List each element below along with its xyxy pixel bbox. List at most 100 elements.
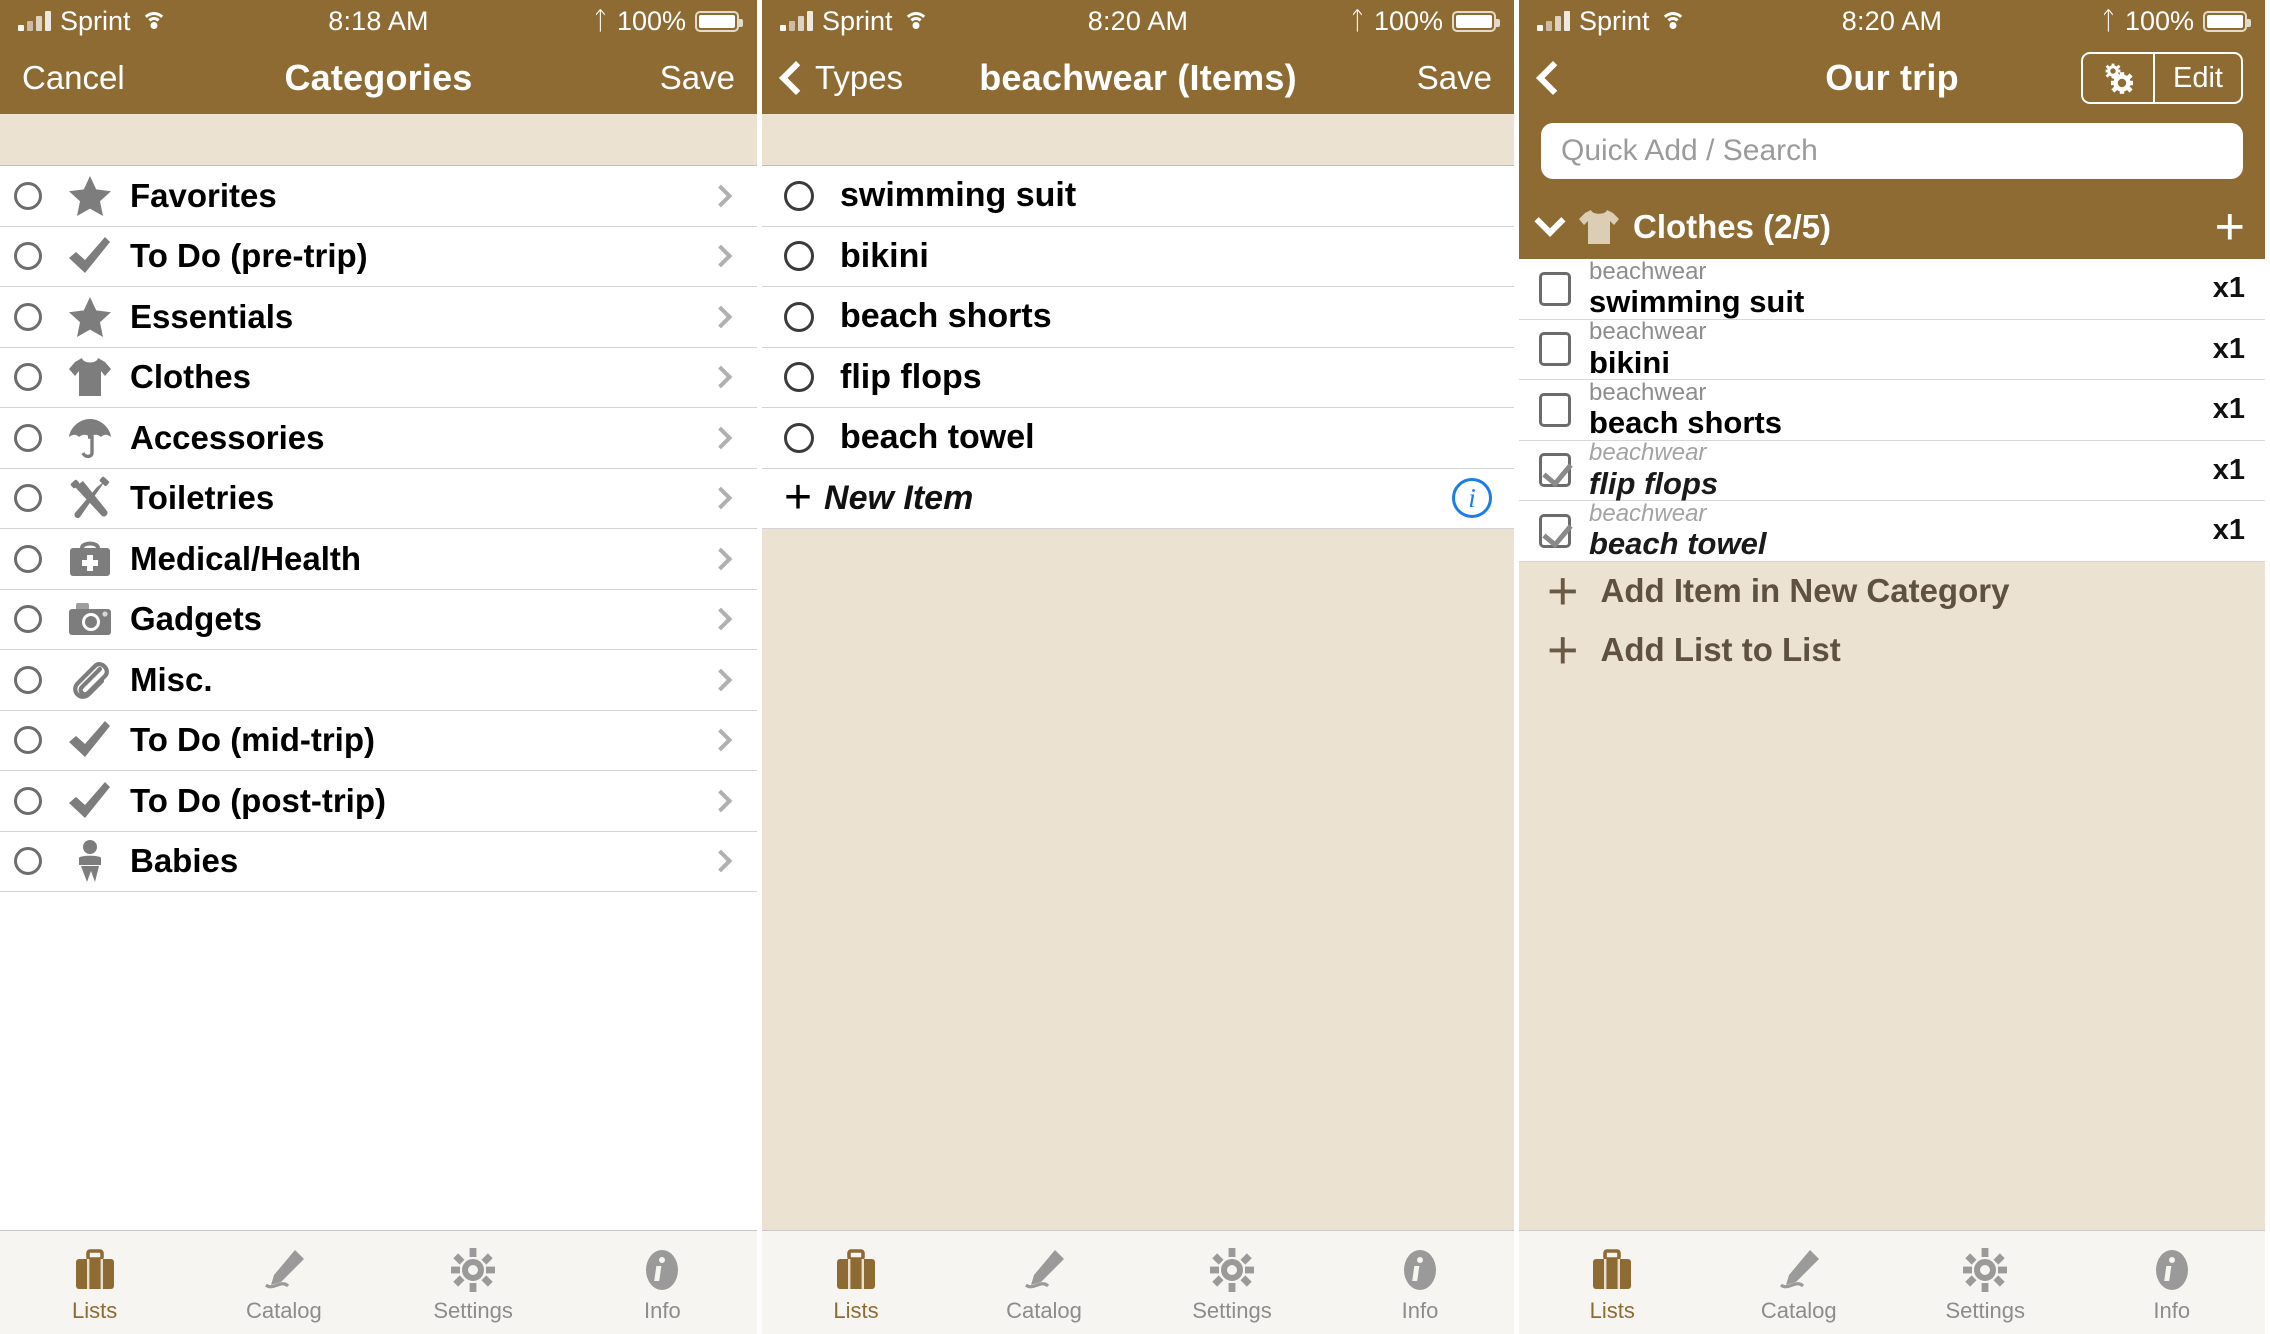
select-radio[interactable] — [784, 362, 814, 393]
item-checkbox[interactable] — [1539, 513, 1571, 548]
chevron-right-icon[interactable] — [709, 184, 733, 208]
tab-settings[interactable]: Settings — [1138, 1231, 1326, 1334]
save-button[interactable]: Save — [1417, 59, 1492, 97]
trip-item-list[interactable]: beachwear swimming suit x1 beachwear bikini x… — [1519, 259, 2265, 562]
category-row[interactable]: Medical/Health — [0, 529, 757, 590]
tab-info[interactable]: Info — [1326, 1231, 1514, 1334]
select-radio[interactable] — [784, 422, 814, 453]
item-checkbox[interactable] — [1539, 332, 1571, 367]
plus-icon[interactable]: + — [2215, 201, 2245, 252]
item-checkbox[interactable] — [1539, 453, 1571, 488]
chevron-right-icon[interactable] — [709, 668, 733, 692]
add-action-row[interactable]: + Add List to List — [1519, 620, 2265, 680]
item-checkbox[interactable] — [1539, 392, 1571, 427]
info-icon[interactable]: i — [1452, 478, 1492, 518]
select-radio[interactable] — [14, 484, 42, 513]
chevron-right-icon[interactable] — [709, 305, 733, 329]
tab-catalog[interactable]: Catalog — [189, 1231, 378, 1334]
item-quantity: x1 — [2212, 332, 2245, 365]
item-row[interactable]: swimming suit — [762, 166, 1514, 227]
select-radio[interactable] — [14, 786, 42, 815]
category-header-clothes[interactable]: Clothes (2/5) + — [1519, 195, 2265, 259]
chevron-right-icon[interactable] — [709, 244, 733, 268]
gears-icon[interactable] — [2083, 54, 2153, 102]
trip-item-row[interactable]: beachwear beach towel x1 — [1519, 501, 2265, 562]
edit-button[interactable]: Edit — [2153, 54, 2241, 102]
chevron-right-icon[interactable] — [709, 365, 733, 389]
battery-icon — [2203, 10, 2251, 32]
chevron-right-icon[interactable] — [709, 728, 733, 752]
tab-info[interactable]: Info — [2079, 1231, 2266, 1334]
select-radio[interactable] — [784, 241, 814, 272]
trip-item-row[interactable]: beachwear bikini x1 — [1519, 319, 2265, 380]
tab-lists[interactable]: Lists — [1519, 1231, 1706, 1334]
tab-lists[interactable]: Lists — [762, 1231, 950, 1334]
tab-bar-2: Lists Catalog Settings Info — [762, 1230, 1514, 1334]
info-icon — [1397, 1241, 1443, 1293]
chevron-down-icon[interactable] — [1534, 205, 1566, 237]
category-row[interactable]: Toiletries — [0, 468, 757, 529]
toiletries-icon — [64, 475, 116, 521]
tab-catalog[interactable]: Catalog — [950, 1231, 1138, 1334]
item-row[interactable]: flip flops — [762, 347, 1514, 408]
select-radio[interactable] — [14, 726, 42, 755]
item-checkbox[interactable] — [1539, 271, 1571, 306]
select-radio[interactable] — [14, 665, 42, 694]
trip-item-row[interactable]: beachwear beach shorts x1 — [1519, 380, 2265, 441]
item-quantity: x1 — [2212, 393, 2245, 426]
item-quantity: x1 — [2212, 514, 2245, 547]
category-row[interactable]: To Do (mid-trip) — [0, 710, 757, 771]
checkmark-icon — [64, 778, 116, 824]
select-radio[interactable] — [14, 423, 42, 452]
category-row[interactable]: Essentials — [0, 287, 757, 348]
chevron-right-icon[interactable] — [709, 426, 733, 450]
select-radio[interactable] — [784, 180, 814, 211]
chevron-right-icon[interactable] — [709, 789, 733, 813]
category-row[interactable]: Accessories — [0, 408, 757, 469]
tab-lists[interactable]: Lists — [0, 1231, 189, 1334]
category-row[interactable]: To Do (pre-trip) — [0, 226, 757, 287]
tab-info[interactable]: Info — [568, 1231, 757, 1334]
save-button[interactable]: Save — [660, 59, 735, 97]
tab-settings[interactable]: Settings — [379, 1231, 568, 1334]
settings-edit-segmented-control[interactable]: Edit — [2081, 52, 2243, 104]
category-row[interactable]: Babies — [0, 831, 757, 892]
back-button[interactable] — [1536, 61, 1570, 95]
category-row[interactable]: To Do (post-trip) — [0, 771, 757, 832]
pencil-icon — [261, 1241, 307, 1293]
search-input[interactable]: Quick Add / Search — [1541, 123, 2243, 179]
trip-actions[interactable]: + Add Item in New Category + Add List to Li… — [1519, 561, 2265, 680]
select-radio[interactable] — [14, 605, 42, 634]
select-radio[interactable] — [784, 301, 814, 332]
signal-bars-icon — [18, 11, 51, 31]
category-row[interactable]: Favorites — [0, 166, 757, 227]
tab-label: Catalog — [1760, 1298, 1837, 1323]
item-row[interactable]: beach towel — [762, 408, 1514, 469]
tab-label: Lists — [833, 1298, 879, 1323]
chevron-right-icon[interactable] — [709, 486, 733, 510]
select-radio[interactable] — [14, 544, 42, 573]
select-radio[interactable] — [14, 181, 42, 210]
add-action-row[interactable]: + Add Item in New Category — [1519, 561, 2265, 621]
chevron-right-icon[interactable] — [709, 547, 733, 571]
trip-item-row[interactable]: beachwear swimming suit x1 — [1519, 259, 2265, 320]
select-radio[interactable] — [14, 363, 42, 392]
tab-catalog[interactable]: Catalog — [1706, 1231, 1893, 1334]
new-item-row[interactable]: + New Item i — [762, 468, 1514, 529]
trip-item-row[interactable]: beachwear flip flops x1 — [1519, 440, 2265, 501]
chevron-right-icon[interactable] — [709, 849, 733, 873]
item-list[interactable]: swimming suit bikini beach shorts flip flop… — [762, 166, 1514, 469]
item-row[interactable]: beach shorts — [762, 287, 1514, 348]
category-list[interactable]: Favorites To Do (pre-trip) Essentials Cloth… — [0, 166, 757, 1230]
category-row[interactable]: Misc. — [0, 650, 757, 711]
select-radio[interactable] — [14, 302, 42, 331]
chevron-right-icon[interactable] — [709, 607, 733, 631]
category-row[interactable]: Gadgets — [0, 589, 757, 650]
back-to-types-button[interactable]: Types — [779, 59, 903, 97]
tab-settings[interactable]: Settings — [1892, 1231, 2079, 1334]
select-radio[interactable] — [14, 242, 42, 271]
category-row[interactable]: Clothes — [0, 347, 757, 408]
item-row[interactable]: bikini — [762, 226, 1514, 287]
cancel-button[interactable]: Cancel — [22, 59, 125, 97]
select-radio[interactable] — [14, 847, 42, 876]
